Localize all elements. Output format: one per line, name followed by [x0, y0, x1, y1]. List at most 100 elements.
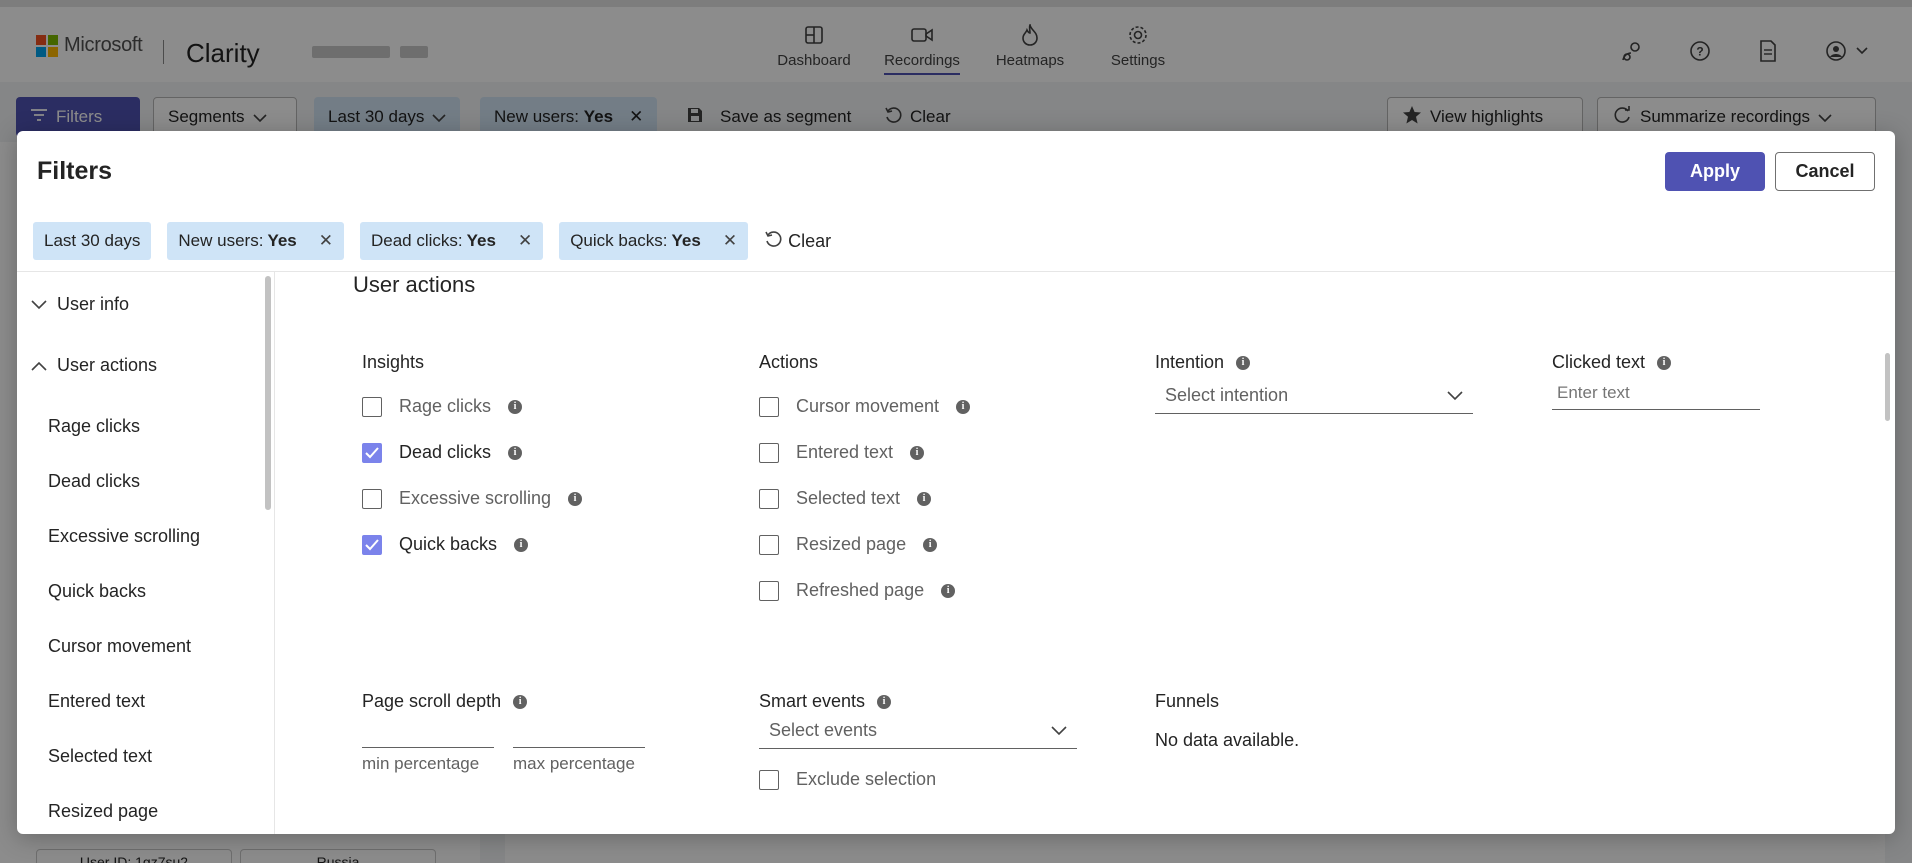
info-icon[interactable]: i — [910, 445, 925, 460]
chip-label: Quick backs: — [570, 231, 668, 250]
smart-events-dropdown[interactable]: Select events — [759, 713, 1077, 749]
refreshed-page-checkbox[interactable] — [759, 580, 779, 601]
date-filter-chip-label: Last 30 days — [44, 231, 141, 250]
nav-item-cursor-movement[interactable]: Cursor movement — [48, 636, 191, 657]
nav-item-rage-clicks[interactable]: Rage clicks — [48, 416, 140, 437]
chevron-down-icon — [1051, 720, 1067, 741]
info-icon[interactable]: i — [917, 491, 932, 506]
funnels-empty-message: No data available. — [1155, 730, 1300, 750]
info-icon[interactable]: i — [1657, 355, 1672, 370]
new-users-filter-chip[interactable]: New users: Yes ✕ — [167, 222, 344, 260]
excessive-scrolling-checkbox[interactable] — [362, 488, 382, 509]
nav-group-user-actions[interactable]: User actions — [31, 355, 157, 376]
chevron-down-icon — [31, 294, 47, 315]
info-icon[interactable]: i — [514, 537, 529, 552]
resized-page-checkbox[interactable] — [759, 534, 779, 555]
quick-backs-option[interactable]: Quick backs i — [362, 534, 529, 555]
close-icon[interactable]: ✕ — [319, 231, 333, 251]
content-scrollbar[interactable] — [1885, 353, 1890, 421]
resized-page-option[interactable]: Resized page i — [759, 534, 938, 555]
nav-group-user-info[interactable]: User info — [31, 294, 129, 315]
info-icon[interactable]: i — [956, 399, 971, 414]
min-percentage-input[interactable] — [362, 720, 494, 748]
nav-item-selected-text[interactable]: Selected text — [48, 746, 152, 767]
rage-clicks-checkbox[interactable] — [362, 396, 382, 417]
option-label: Rage clicks — [399, 396, 492, 416]
chip-label: Dead clicks: — [371, 231, 463, 250]
intention-dropdown[interactable]: Select intention — [1155, 378, 1473, 414]
clicked-text-heading: Clicked text i — [1552, 352, 1672, 373]
dead-clicks-option[interactable]: Dead clicks i — [362, 442, 523, 463]
min-percentage-hint: min percentage — [362, 754, 480, 773]
insights-heading: Insights — [362, 352, 425, 372]
close-icon[interactable]: ✕ — [518, 231, 532, 251]
option-label: Quick backs — [399, 534, 498, 554]
nav-item-quick-backs[interactable]: Quick backs — [48, 581, 146, 602]
funnels-heading: Funnels — [1155, 691, 1220, 711]
quick-backs-checkbox[interactable] — [362, 534, 382, 555]
excessive-scrolling-option[interactable]: Excessive scrolling i — [362, 488, 583, 509]
smart-events-placeholder: Select events — [769, 720, 878, 740]
apply-button[interactable]: Apply — [1665, 152, 1765, 191]
max-percentage-input[interactable] — [513, 720, 645, 748]
option-label: Entered text — [796, 442, 894, 462]
chip-value: Yes — [671, 231, 701, 250]
info-icon[interactable]: i — [877, 694, 892, 709]
option-label: Exclude selection — [796, 769, 937, 789]
dead-clicks-checkbox[interactable] — [362, 442, 382, 463]
info-icon[interactable]: i — [513, 694, 528, 709]
close-icon[interactable]: ✕ — [723, 231, 737, 251]
option-label: Excessive scrolling — [399, 488, 552, 508]
nav-item-resized-page[interactable]: Resized page — [48, 801, 158, 822]
info-icon[interactable]: i — [508, 399, 523, 414]
scroll-depth-heading: Page scroll depth i — [362, 691, 528, 712]
cursor-movement-checkbox[interactable] — [759, 396, 779, 417]
info-icon[interactable]: i — [568, 491, 583, 506]
option-label: Refreshed page — [796, 580, 925, 600]
filter-options-panel: User actions Insights Rage clicks i Dead… — [275, 272, 1895, 834]
refreshed-page-option[interactable]: Refreshed page i — [759, 580, 956, 601]
nav-item-dead-clicks[interactable]: Dead clicks — [48, 471, 140, 492]
exclude-selection-checkbox[interactable] — [759, 769, 779, 790]
date-filter-chip[interactable]: Last 30 days — [33, 222, 152, 260]
nav-item-excessive-scrolling[interactable]: Excessive scrolling — [48, 526, 200, 547]
clear-filters-label: Clear — [788, 230, 832, 251]
option-label: Selected text — [796, 488, 901, 508]
info-icon[interactable]: i — [508, 445, 523, 460]
smart-events-heading: Smart events i — [759, 691, 892, 712]
filter-category-nav: User info User actions Rage clicks Dead … — [17, 272, 275, 834]
clicked-text-input[interactable] — [1552, 376, 1760, 410]
actions-heading: Actions — [759, 352, 819, 372]
nav-item-entered-text[interactable]: Entered text — [48, 691, 145, 712]
intention-heading: Intention i — [1155, 352, 1251, 373]
rage-clicks-option[interactable]: Rage clicks i — [362, 396, 523, 417]
exclude-selection-option[interactable]: Exclude selection — [759, 769, 936, 790]
selected-text-checkbox[interactable] — [759, 488, 779, 509]
option-label: Resized page — [796, 534, 907, 554]
cancel-button[interactable]: Cancel — [1775, 152, 1875, 191]
chevron-up-icon — [31, 355, 47, 376]
entered-text-checkbox[interactable] — [759, 442, 779, 463]
chevron-down-icon — [1447, 385, 1463, 406]
clear-filters-button[interactable]: Clear — [764, 230, 831, 253]
chip-value: Yes — [466, 231, 496, 250]
option-label: Cursor movement — [796, 396, 940, 416]
dead-clicks-filter-chip[interactable]: Dead clicks: Yes ✕ — [360, 222, 544, 260]
intention-placeholder: Select intention — [1165, 385, 1289, 405]
selected-text-option[interactable]: Selected text i — [759, 488, 932, 509]
nav-group-label: User info — [57, 294, 130, 314]
left-nav-scrollbar[interactable] — [265, 276, 271, 510]
dialog-title: Filters — [37, 157, 113, 185]
quick-backs-filter-chip[interactable]: Quick backs: Yes ✕ — [559, 222, 749, 260]
option-label: Dead clicks — [399, 442, 492, 462]
info-icon[interactable]: i — [923, 537, 938, 552]
chip-value: Yes — [267, 231, 297, 250]
max-percentage-hint: max percentage — [513, 754, 635, 773]
cursor-movement-option[interactable]: Cursor movement i — [759, 396, 971, 417]
undo-icon — [764, 230, 782, 253]
entered-text-option[interactable]: Entered text i — [759, 442, 925, 463]
chip-label: New users: — [178, 231, 264, 250]
info-icon[interactable]: i — [941, 583, 956, 598]
info-icon[interactable]: i — [1236, 355, 1251, 370]
filters-dialog: Filters Apply Cancel Last 30 days New us… — [17, 131, 1895, 834]
